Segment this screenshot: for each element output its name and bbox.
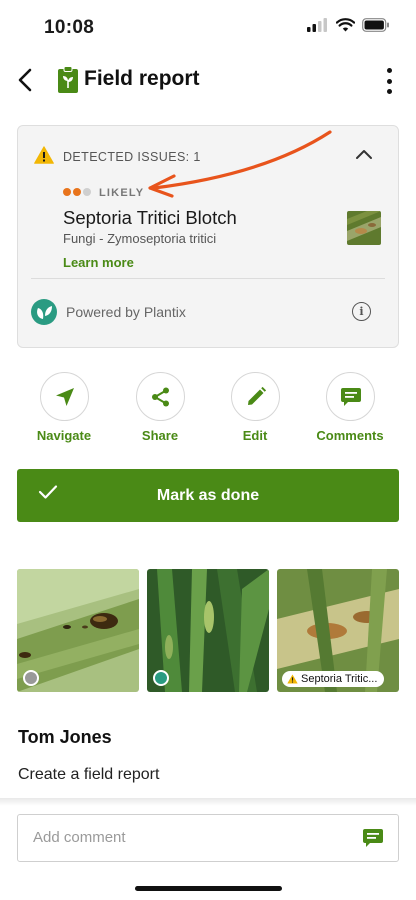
more-options-icon[interactable] [384, 68, 394, 94]
warning-icon [287, 674, 298, 684]
share-label[interactable]: Share [110, 428, 210, 443]
mark-as-done-label[interactable]: Mark as done [17, 487, 399, 505]
disease-chip-label: Septoria Tritic... [301, 673, 378, 685]
photo-status-indicator [23, 670, 39, 686]
edit-button[interactable] [231, 372, 280, 421]
field-photo-2[interactable] [147, 569, 269, 692]
photo-status-indicator [153, 670, 169, 686]
warning-icon [34, 146, 54, 164]
disease-subtitle: Fungi - Zymoseptoria tritici [63, 231, 217, 246]
status-time: 10:08 [44, 17, 95, 38]
navigate-button[interactable] [40, 372, 89, 421]
info-icon[interactable]: i [352, 302, 371, 321]
field-photo-3[interactable]: Septoria Tritic... [277, 569, 399, 692]
field-photo-1[interactable] [17, 569, 139, 692]
likelihood-dots [63, 188, 91, 196]
disease-thumbnail[interactable] [347, 211, 381, 245]
wifi-icon [336, 18, 355, 32]
report-activity: Create a field report [18, 766, 160, 783]
comments-button[interactable] [326, 372, 375, 421]
battery-icon [362, 18, 389, 32]
edit-label[interactable]: Edit [205, 428, 305, 443]
annotation-arrow [148, 130, 332, 198]
comment-icon [340, 387, 361, 406]
likelihood-label: LIKELY [99, 187, 145, 199]
share-icon [151, 387, 169, 406]
back-arrow-icon[interactable] [12, 66, 40, 94]
comments-label[interactable]: Comments [300, 428, 400, 443]
navigate-arrow-icon [55, 387, 74, 406]
status-icons [307, 18, 390, 32]
send-comment-icon[interactable] [362, 827, 384, 849]
learn-more-link[interactable]: Learn more [63, 255, 134, 270]
share-button[interactable] [136, 372, 185, 421]
chevron-up-icon[interactable] [355, 148, 373, 160]
comment-placeholder[interactable]: Add comment [33, 829, 126, 846]
cellular-signal-icon [307, 18, 327, 32]
pencil-icon [247, 386, 266, 405]
page-title: Field report [84, 67, 200, 90]
disease-name[interactable]: Septoria Tritici Blotch [63, 207, 237, 229]
clipboard-plant-icon [58, 66, 78, 93]
comment-bar-shadow [0, 798, 416, 806]
report-author: Tom Jones [18, 727, 112, 747]
disease-chip: Septoria Tritic... [282, 671, 385, 687]
powered-by-plantix: Powered by Plantix [66, 304, 186, 320]
navigate-label[interactable]: Navigate [14, 428, 114, 443]
home-indicator[interactable] [135, 886, 282, 891]
plantix-logo-icon [31, 299, 57, 325]
card-divider [31, 278, 385, 279]
